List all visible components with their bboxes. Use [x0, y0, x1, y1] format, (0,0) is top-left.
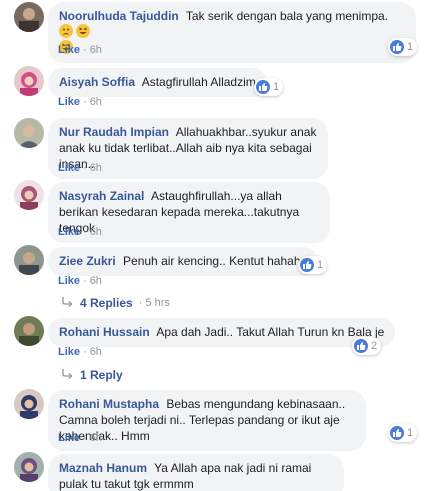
comment-timestamp[interactable]: 6h [90, 162, 102, 174]
commenter-name[interactable]: Rohani Hussain [59, 325, 150, 339]
commenter-name[interactable]: Noorulhuda Tajuddin [59, 9, 179, 23]
reply-arrow-icon [62, 296, 74, 310]
like-link[interactable]: Like [58, 162, 80, 174]
comment-bubble: Noorulhuda Tajuddin Tak serik dengan bal… [48, 2, 416, 63]
laughing-face-icon [76, 24, 91, 38]
comment-actions: Like · 6h [58, 432, 102, 444]
thumbs-up-icon [300, 258, 314, 272]
reaction-number: 1 [317, 259, 324, 271]
like-link[interactable]: Like [58, 275, 80, 287]
reaction-number: 2 [371, 340, 378, 352]
comment-timestamp[interactable]: 6h [90, 96, 102, 108]
view-replies-link[interactable]: 1 Reply [62, 368, 123, 382]
reaction-count[interactable]: 1 [388, 38, 418, 56]
view-replies-link[interactable]: 4 Replies · 5 hrs [62, 296, 170, 310]
comment-actions: Like · 6h [58, 96, 102, 108]
replies-timestamp: 5 hrs [145, 297, 170, 309]
comment-actions: Like · 6h [58, 44, 102, 56]
comment-text: Astagfirullah Alladzim [141, 75, 256, 89]
avatar[interactable] [14, 389, 44, 419]
like-link[interactable]: Like [58, 226, 80, 238]
commenter-name[interactable]: Rohani Mustapha [59, 397, 159, 411]
comment-text: Penuh air kencing.. Kentut hahaha [123, 254, 308, 268]
commenter-name[interactable]: Ziee Zukri [59, 254, 116, 268]
comment-bubble: Rohani Hussain Apa dah Jadi.. Takut Alla… [48, 318, 396, 347]
reaction-count[interactable]: 2 [352, 337, 382, 355]
thumbs-up-icon [390, 40, 404, 54]
commenter-name[interactable]: Nasyrah Zainal [59, 189, 144, 203]
like-link[interactable]: Like [58, 346, 80, 358]
comment-actions: Like · 6h [58, 275, 102, 287]
avatar[interactable] [14, 452, 44, 482]
thumbs-up-icon [354, 339, 368, 353]
comment-bubble: Ziee Zukri Penuh air kencing.. Kentut ha… [48, 247, 319, 276]
reaction-number: 1 [407, 427, 414, 439]
comment-text: Apa dah Jadi.. Takut Allah Turun kn Bala… [156, 325, 385, 339]
like-link[interactable]: Like [58, 96, 80, 108]
comment-timestamp[interactable]: 6h [90, 226, 102, 238]
comment-timestamp[interactable]: 6h [90, 432, 102, 444]
comment-actions: Like · 6h [58, 162, 102, 174]
comment-text: Tak serik dengan bala yang menimpa. [185, 9, 389, 23]
comment-actions: Like · 6h [58, 226, 102, 238]
comment-bubble: Maznah Hanum Ya Allah apa nak jadi ni ra… [48, 454, 344, 491]
comment-bubble: Aisyah Soffia Astagfirullah Alladzim [48, 68, 267, 97]
commenter-name[interactable]: Nur Raudah Impian [59, 125, 169, 139]
avatar[interactable] [14, 2, 44, 32]
thumbs-up-icon [390, 426, 404, 440]
reaction-count[interactable]: 1 [298, 256, 328, 274]
comment-timestamp[interactable]: 6h [90, 346, 102, 358]
reaction-count[interactable]: 1 [254, 78, 284, 96]
avatar[interactable] [14, 180, 44, 210]
reaction-number: 1 [407, 41, 414, 53]
like-link[interactable]: Like [58, 44, 80, 56]
thumbs-up-icon [256, 80, 270, 94]
replies-count[interactable]: 4 Replies [80, 296, 133, 310]
comment-timestamp[interactable]: 6h [90, 275, 102, 287]
commenter-name[interactable]: Aisyah Soffia [59, 75, 135, 89]
reaction-count[interactable]: 1 [388, 424, 418, 442]
avatar[interactable] [14, 245, 44, 275]
commenter-name[interactable]: Maznah Hanum [59, 461, 147, 475]
reply-arrow-icon [62, 368, 74, 382]
sad-face-icon [59, 24, 73, 38]
reaction-number: 1 [273, 81, 280, 93]
avatar[interactable] [14, 316, 44, 346]
avatar[interactable] [14, 118, 44, 148]
like-link[interactable]: Like [58, 432, 80, 444]
replies-count[interactable]: 1 Reply [80, 368, 123, 382]
comment-actions: Like · 6h [58, 346, 102, 358]
comment-timestamp[interactable]: 6h [90, 44, 102, 56]
avatar[interactable] [14, 66, 44, 96]
